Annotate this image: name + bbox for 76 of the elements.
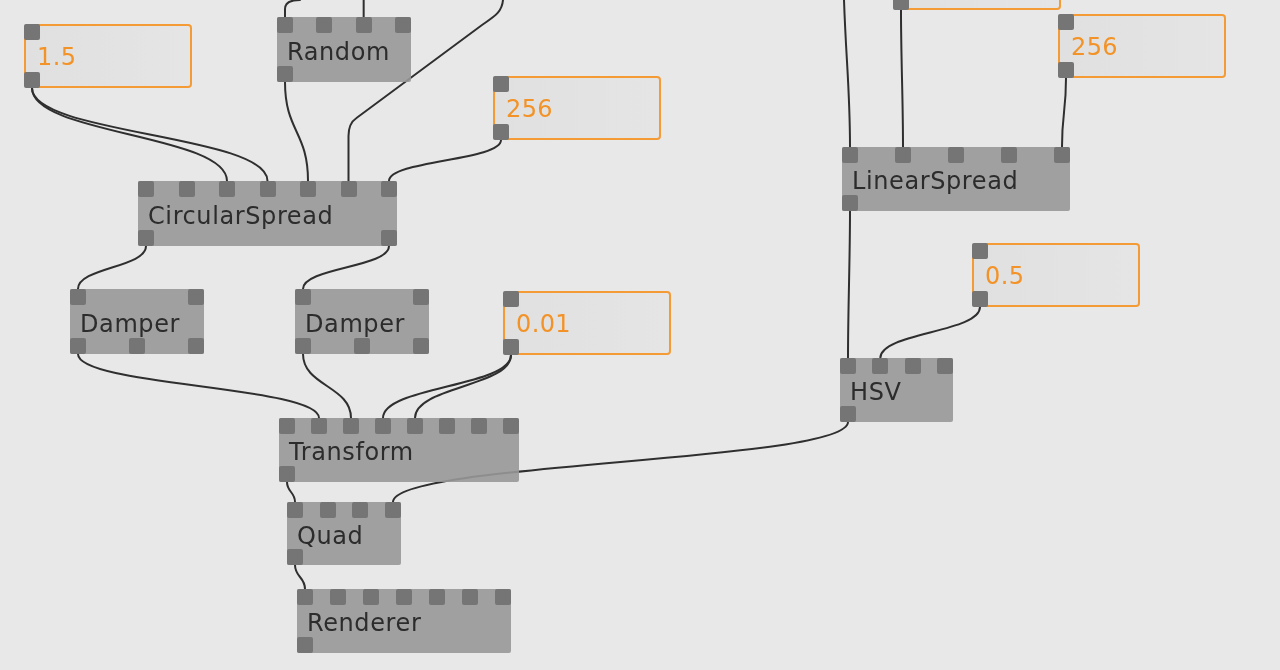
output-pin-icon[interactable] [503, 339, 519, 355]
output-pin-icon[interactable] [297, 637, 313, 653]
input-pin-icon[interactable] [972, 243, 988, 259]
output-pin-icon[interactable] [277, 66, 293, 82]
input-pin-icon[interactable] [385, 502, 401, 518]
node-label: Damper [305, 309, 406, 338]
input-pin-icon[interactable] [316, 17, 333, 33]
input-pin-icon[interactable] [1058, 14, 1074, 30]
input-pin-icon[interactable] [311, 418, 327, 434]
output-pin-icon[interactable] [842, 195, 858, 211]
output-pin-icon[interactable] [129, 338, 145, 354]
input-pin-icon[interactable] [70, 289, 86, 305]
input-pin-icon[interactable] [381, 181, 397, 197]
node-label: CircularSpread [148, 201, 334, 230]
input-pin-icon[interactable] [395, 17, 411, 33]
input-pin-icon[interactable] [471, 418, 487, 434]
output-pin-icon[interactable] [1058, 62, 1074, 78]
output-pin-icon[interactable] [138, 230, 154, 246]
input-pin-icon[interactable] [407, 418, 423, 434]
input-pin-icon[interactable] [396, 589, 412, 605]
node-label: HSV [850, 378, 902, 406]
input-pin-icon[interactable] [840, 358, 856, 374]
output-pin-icon[interactable] [188, 338, 204, 354]
input-pin-icon[interactable] [330, 589, 346, 605]
output-pin-icon[interactable] [287, 549, 303, 565]
patch-node[interactable]: LinearSpread [842, 147, 1070, 211]
input-pin-icon[interactable] [343, 418, 359, 434]
node-label: LinearSpread [852, 167, 1019, 195]
input-pin-icon[interactable] [300, 181, 316, 197]
input-pin-icon[interactable] [277, 17, 293, 33]
input-pin-icon[interactable] [495, 589, 511, 605]
output-pin-icon[interactable] [24, 72, 40, 88]
output-pin-icon[interactable] [381, 230, 397, 246]
input-pin-icon[interactable] [413, 289, 429, 305]
input-pin-icon[interactable] [375, 418, 391, 434]
output-pin-icon[interactable] [70, 338, 86, 354]
node-label: Damper [80, 309, 181, 338]
input-pin-icon[interactable] [948, 147, 964, 163]
input-pin-icon[interactable] [24, 24, 40, 40]
input-pin-icon[interactable] [1001, 147, 1017, 163]
input-pin-icon[interactable] [138, 181, 154, 197]
input-pin-icon[interactable] [363, 589, 379, 605]
output-pin-icon[interactable] [493, 124, 509, 140]
input-pin-icon[interactable] [188, 289, 204, 305]
input-pin-icon[interactable] [937, 358, 953, 374]
patch-wire [294, 564, 306, 590]
patch-wire [1061, 77, 1067, 148]
output-pin-icon[interactable] [972, 291, 988, 307]
input-pin-icon[interactable] [1054, 147, 1070, 163]
input-pin-icon[interactable] [439, 418, 455, 434]
input-pin-icon[interactable] [352, 502, 369, 518]
output-pin-icon[interactable] [354, 338, 370, 354]
input-pin-icon[interactable] [872, 358, 889, 374]
patch-wire [77, 245, 147, 290]
input-pin-icon[interactable] [493, 76, 509, 92]
input-pin-icon[interactable] [503, 291, 519, 307]
patch-wire [284, 0, 301, 18]
output-pin-icon[interactable] [279, 466, 295, 482]
node-label: Random [287, 37, 390, 66]
patch-wire [286, 481, 296, 503]
input-pin-icon[interactable] [462, 589, 478, 605]
input-pin-icon[interactable] [297, 589, 313, 605]
input-pin-icon[interactable] [842, 147, 858, 163]
input-pin-icon[interactable] [503, 418, 519, 434]
input-pin-icon[interactable] [295, 289, 311, 305]
node-label: Transform [289, 438, 414, 466]
input-pin-icon[interactable] [895, 147, 911, 163]
node-label: Renderer [307, 609, 422, 637]
input-pin-icon[interactable] [279, 418, 295, 434]
output-pin-icon[interactable] [840, 406, 856, 422]
input-pin-icon[interactable] [429, 589, 445, 605]
input-pin-icon[interactable] [219, 181, 235, 197]
output-pin-icon[interactable] [295, 338, 311, 354]
node-label: Quad [297, 521, 364, 550]
output-pin-icon[interactable] [413, 338, 429, 354]
input-pin-icon[interactable] [287, 502, 303, 518]
